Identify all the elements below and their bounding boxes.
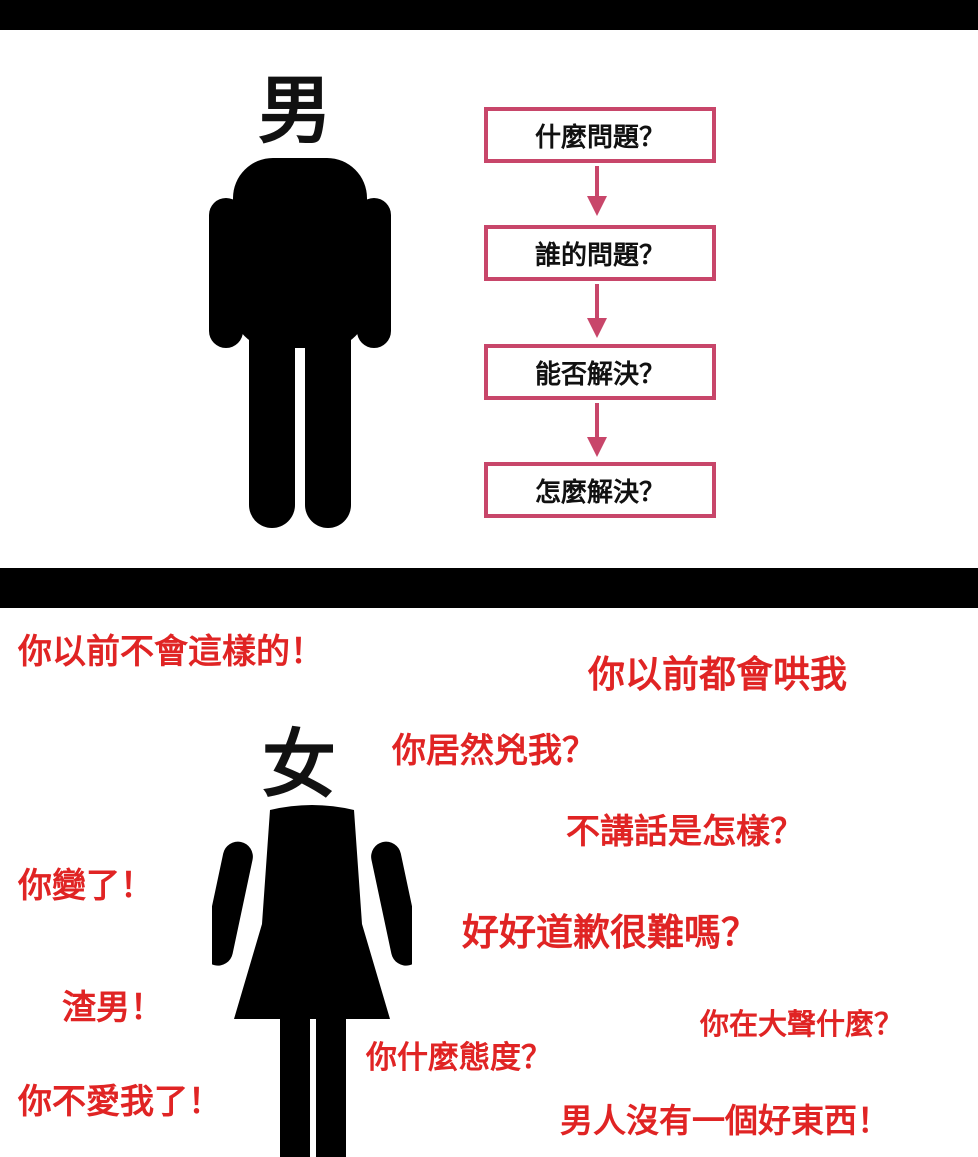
- female-left-arm: [212, 841, 253, 966]
- male-panel: 男 什麼問題？ 誰的問題？ 能否解決？ 怎麼解決？: [0, 30, 978, 568]
- male-figure-icon: [209, 158, 391, 528]
- male-right-leg: [305, 308, 351, 528]
- flow-step-3: 能否解決？: [484, 344, 716, 400]
- female-dress: [234, 805, 390, 1019]
- quote-8: 你在大聲什麼？: [700, 1007, 904, 1041]
- quote-2: 你以前都會哄我: [588, 653, 847, 696]
- quote-4: 不講話是怎樣？: [566, 812, 804, 852]
- quote-10: 你不愛我了！: [18, 1082, 222, 1122]
- flow-step-2: 誰的問題？: [484, 225, 716, 281]
- female-right-arm: [371, 841, 412, 966]
- flow-step-1: 什麼問題？: [484, 107, 716, 163]
- male-left-arm: [209, 198, 243, 348]
- female-panel: 女 你以前不會這樣的！ 你以前都會哄我 你居然兇我？ 不講話是怎樣？ 你變了！ …: [0, 608, 978, 1157]
- male-left-leg: [249, 308, 295, 528]
- male-head-label: 男: [258, 68, 332, 154]
- quote-6: 好好道歉很難嗎？: [462, 911, 758, 954]
- middle-black-bar: [0, 568, 978, 608]
- quote-3: 你居然兇我？: [392, 731, 596, 771]
- quote-7: 渣男！: [62, 988, 164, 1028]
- female-left-leg: [280, 1004, 310, 1157]
- female-figure-icon: [212, 805, 412, 1157]
- male-right-arm: [357, 198, 391, 348]
- quote-5: 你變了！: [18, 866, 154, 906]
- flow-arrow-1-icon: [587, 166, 607, 216]
- quote-1: 你以前不會這樣的！: [18, 632, 324, 672]
- quote-11: 男人沒有一個好東西！: [560, 1101, 890, 1140]
- flow-arrow-3-icon: [587, 403, 607, 457]
- top-black-bar: [0, 0, 978, 30]
- female-right-leg: [316, 1004, 346, 1157]
- female-head-label: 女: [262, 722, 336, 808]
- quote-9: 你什麼態度？: [366, 1040, 552, 1076]
- flow-step-4: 怎麼解決？: [484, 462, 716, 518]
- flow-arrow-2-icon: [587, 284, 607, 338]
